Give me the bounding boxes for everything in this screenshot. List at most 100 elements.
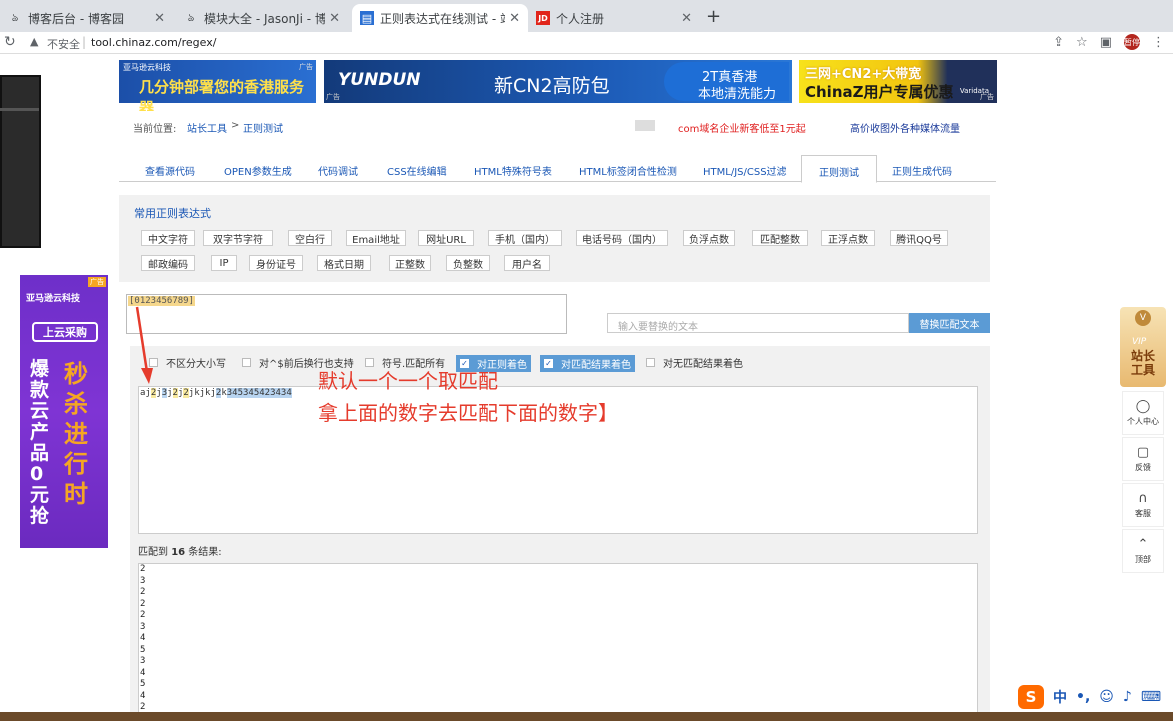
regex-chip[interactable]: 邮政编码 [141,255,195,271]
plain-text: j [156,388,162,398]
tab-blog-admin[interactable]: ঌ 博客后台 - 博客园 ✕ [0,4,173,32]
tab-regex-codegen[interactable]: 正则生成代码 [892,163,952,178]
regex-chip[interactable]: 匹配整数 [752,230,808,246]
tab-regex[interactable]: ▤ 正则表达式在线测试 - 站长工具 ✕ [352,4,528,32]
match-count: 匹配到 16 条结果: [138,543,222,558]
tab-title: 博客后台 - 博客园 [28,11,124,26]
tab-filter[interactable]: HTML/JS/CSS过滤 [703,163,787,178]
tab-register[interactable]: JD 个人注册 ✕ [528,4,700,32]
tab-open-params[interactable]: OPEN参数生成 [224,163,292,178]
tab-title: 模块大全 - JasonJi - 博客园 [204,11,326,26]
star-icon[interactable]: ☆ [1076,35,1088,50]
tab-title: 正则表达式在线测试 - 站长工具 [380,11,505,26]
regex-chip[interactable]: 负整数 [446,255,490,271]
result-item: 3 [140,621,146,632]
result-item: 4 [140,667,146,678]
regex-chip[interactable]: 负浮点数 [683,230,735,246]
tab-regex-test[interactable]: 正则测试 [801,155,877,183]
regex-chip[interactable]: 正整数 [389,255,431,271]
vip-badge[interactable]: V VIP 站长工具 [1120,307,1166,387]
option-checkbox[interactable]: 不区分大小写 [149,355,226,370]
breadcrumb-home[interactable]: 站长工具 [187,120,227,135]
ime-lang[interactable]: 中 [1053,687,1067,707]
chinaz-icon: ▤ [360,11,374,25]
ad-line2: 本地清洗能力 [698,87,777,102]
ad-banner-yundun[interactable]: YUNDUN 新CN2高防包 2T真香港 本地清洗能力 广告 [324,60,792,103]
regex-chip[interactable]: 电话号码（国内） [576,230,668,246]
test-text[interactable]: aj2j3j2j2jkjkj2k345345423434 [140,388,292,398]
promo-link-domain[interactable]: com域名企业新客低至1元起 [678,120,806,135]
close-icon[interactable]: ✕ [509,11,520,26]
plain-text: jkjkj [188,388,216,398]
result-item: 5 [140,644,146,655]
breadcrumb-current[interactable]: 正则测试 [243,120,283,135]
regex-chip[interactable]: 空白行 [288,230,332,246]
tab-css-editor[interactable]: CSS在线编辑 [387,163,447,178]
warning-icon[interactable]: ▲ [30,35,38,48]
regex-chip[interactable]: Email地址 [346,230,406,246]
regex-chip[interactable]: 用户名 [504,255,550,271]
checkbox-icon[interactable]: ✓ [544,359,553,368]
regex-chip[interactable]: 身份证号 [249,255,303,271]
tab-code-debug[interactable]: 代码调试 [318,163,358,178]
reload-icon[interactable]: ↻ [4,34,16,50]
ad-logo: YUNDUN [338,70,421,90]
sogou-logo[interactable]: S [1018,685,1044,709]
tab-html-tag-check[interactable]: HTML标签闭合性检测 [579,163,677,178]
regex-chip[interactable]: IP [211,255,237,271]
checkbox-icon[interactable] [149,358,158,367]
address-bar: ↻ ▲ 不安全 | tool.chinaz.com/regex/ ⇪ ☆ ▣ 暂… [0,32,1173,54]
tab-html-symbols[interactable]: HTML特殊符号表 [474,163,552,178]
annotation-line2: 拿上面的数字去匹配下面的数字】 [318,401,618,425]
mic-icon[interactable]: ♪ [1123,689,1132,705]
new-tab-button[interactable]: + [706,6,721,27]
security-label[interactable]: 不安全 [47,36,80,52]
ad-side-amazon[interactable]: 广告 亚马逊云科技 上云采购 爆款云产品0元抢 秒杀进行时 [20,275,108,548]
promo-icon [635,120,655,131]
sidebar-user-center[interactable]: ◯ 个人中心 [1122,391,1164,435]
regex-chip[interactable]: 格式日期 [317,255,371,271]
ad-cta[interactable]: 上云采购 [32,322,98,342]
ad-brand: 亚马逊云科技 [26,294,81,304]
sidebar-support[interactable]: ∩ 客服 [1122,483,1164,527]
sidebar-icon[interactable]: ▣ [1100,35,1112,50]
option-checkbox[interactable]: ✓ 对匹配结果着色 [540,355,635,372]
option-label: 对匹配结果着色 [561,360,631,371]
option-checkbox[interactable]: 对无匹配结果着色 [646,355,743,370]
regex-chip[interactable]: 腾讯QQ号 [890,230,948,246]
close-icon[interactable]: ✕ [154,11,165,26]
replace-input[interactable]: 输入要替换的文本 [607,313,909,333]
close-icon[interactable]: ✕ [329,11,340,26]
url-input[interactable]: tool.chinaz.com/regex/ [91,36,216,49]
headset-icon: ∩ [1138,491,1148,506]
regex-chip[interactable]: 网址URL [418,230,474,246]
checkbox-icon[interactable] [242,358,251,367]
crown-icon: V [1135,310,1151,326]
punctuation-icon[interactable]: •, [1076,689,1090,705]
sidebar-top[interactable]: ⌃ 顶部 [1122,529,1164,573]
emoji-icon[interactable]: ☺ [1099,689,1114,705]
result-item: 2 [140,564,146,574]
replace-button[interactable]: 替换匹配文本 [909,313,990,333]
keyboard-icon[interactable]: ⌨ [1141,689,1161,705]
regex-chip[interactable]: 正浮点数 [821,230,875,246]
share-icon[interactable]: ⇪ [1053,35,1064,50]
ad-banner-hk-server[interactable]: 亚马逊云科技 几分钟部署您的香港服务器 广告 [119,60,316,117]
checkbox-icon[interactable] [646,358,655,367]
tab-view-source[interactable]: 查看源代码 [145,163,195,178]
regex-chip[interactable]: 中文字符 [141,230,195,246]
ad-banner-chinaz[interactable]: 三网+CN2+大带宽 ChinaZ用户专属优惠 Varidata 广告 [799,60,997,103]
ad-brand: 亚马逊云科技 [123,63,171,72]
sidebar-feedback[interactable]: ▢ 反馈 [1122,437,1164,481]
avatar[interactable]: 暂停 [1124,34,1140,50]
ad-tag: 广告 [299,63,313,71]
regex-value[interactable]: [0123456789] [128,296,196,306]
tab-modules[interactable]: ঌ 模块大全 - JasonJi - 博客园 ✕ [176,4,348,32]
regex-chip[interactable]: 双字节字符 [203,230,273,246]
results-area[interactable]: 23222345345423 [138,563,978,713]
regex-chip[interactable]: 手机（国内） [488,230,562,246]
promo-link-media[interactable]: 高价收图外各种媒体流量 [850,120,960,135]
regex-input[interactable]: [0123456789] [126,294,567,334]
close-icon[interactable]: ✕ [681,11,692,26]
menu-icon[interactable]: ⋮ [1152,35,1165,50]
